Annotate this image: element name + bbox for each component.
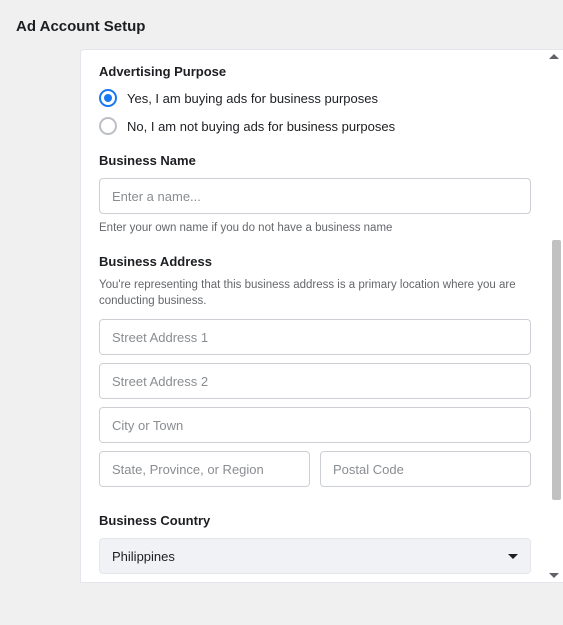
purpose-option-yes-text: Yes, I am buying ads for business purpos… (127, 91, 378, 106)
purpose-option-yes[interactable]: Yes, I am buying ads for business purpos… (99, 89, 531, 107)
scrollbar-thumb[interactable] (552, 240, 561, 500)
business-address-label: Business Address (99, 254, 531, 269)
purpose-option-no[interactable]: No, I am not buying ads for business pur… (99, 117, 531, 135)
street-address-2-input[interactable] (99, 363, 531, 399)
radio-selected-icon (99, 89, 117, 107)
business-name-input[interactable] (99, 178, 531, 214)
page-title: Ad Account Setup (0, 0, 563, 49)
scroll-up-icon[interactable] (549, 54, 559, 59)
business-name-label: Business Name (99, 153, 531, 168)
business-address-helper: You're representing that this business a… (99, 277, 531, 309)
business-country-select[interactable]: Philippines (99, 538, 531, 574)
business-country-label: Business Country (99, 513, 531, 528)
postal-code-input[interactable] (320, 451, 531, 487)
purpose-option-no-text: No, I am not buying ads for business pur… (127, 119, 395, 134)
business-country-value: Philippines (112, 549, 175, 564)
radio-unselected-icon (99, 117, 117, 135)
state-input[interactable] (99, 451, 310, 487)
advertising-purpose-label: Advertising Purpose (99, 64, 531, 79)
city-input[interactable] (99, 407, 531, 443)
business-name-helper: Enter your own name if you do not have a… (99, 220, 531, 236)
setup-card: Advertising Purpose Yes, I am buying ads… (80, 49, 563, 583)
chevron-down-icon (508, 554, 518, 559)
scroll-down-icon[interactable] (549, 573, 559, 578)
street-address-1-input[interactable] (99, 319, 531, 355)
